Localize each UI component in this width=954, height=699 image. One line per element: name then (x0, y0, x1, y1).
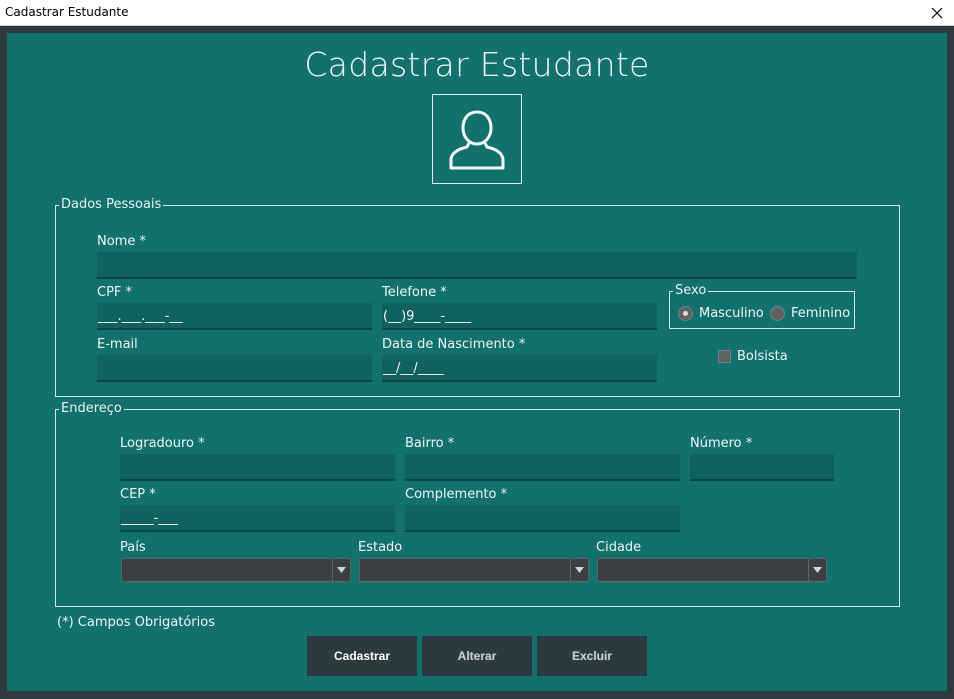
personal-data-legend: Dados Pessoais (59, 197, 164, 212)
phone-label: Telefone * (382, 285, 447, 300)
name-label: Nome * (97, 234, 146, 249)
close-icon (931, 7, 943, 19)
title-bar: Cadastrar Estudante (0, 0, 954, 26)
address-legend: Endereço (59, 401, 124, 416)
window-title: Cadastrar Estudante (5, 5, 129, 19)
chevron-down-icon (332, 559, 350, 581)
complement-field[interactable] (405, 505, 680, 532)
district-field[interactable] (405, 454, 680, 481)
close-button[interactable] (920, 0, 954, 26)
page-title: Cadastrar Estudante (304, 45, 650, 84)
city-label: Cidade (596, 540, 642, 555)
number-label: Número * (690, 436, 753, 451)
street-field[interactable] (120, 454, 395, 481)
sex-male-label: Masculino (699, 306, 764, 321)
chevron-down-icon (570, 559, 588, 581)
sex-female-label: Feminino (791, 306, 851, 321)
form-panel: Cadastrar Estudante Dados Pessoais Nome … (7, 33, 947, 691)
delete-button[interactable]: Excluir (537, 636, 647, 676)
name-field[interactable] (97, 252, 857, 279)
birth-date-label: Data de Nascimento * (382, 337, 526, 352)
user-icon (449, 110, 505, 170)
zip-field[interactable]: _____-___ (120, 505, 395, 532)
country-label: País (120, 540, 146, 555)
cpf-field[interactable]: ___.___.___-__ (97, 303, 372, 330)
email-field[interactable] (97, 355, 372, 382)
sex-female-radio[interactable]: Feminino (770, 306, 850, 321)
update-button[interactable]: Alterar (422, 636, 532, 676)
required-fields-note: (*) Campos Obrigatórios (57, 615, 215, 630)
street-label: Logradouro * (120, 436, 205, 451)
district-label: Bairro * (405, 436, 455, 451)
country-select[interactable] (121, 558, 351, 582)
scholarship-checkbox[interactable]: Bolsista (718, 349, 788, 364)
app-window: Cadastrar Estudante Cadastrar Estudante … (0, 0, 954, 699)
zip-label: CEP * (120, 487, 156, 502)
chevron-down-icon (808, 559, 826, 581)
radio-dot-selected (678, 306, 693, 321)
sex-male-radio[interactable]: Masculino (678, 306, 764, 321)
complement-label: Complemento * (405, 487, 508, 502)
phone-field[interactable]: (__)9____-____ (382, 303, 657, 330)
radio-dot (770, 306, 785, 321)
state-select[interactable] (359, 558, 589, 582)
cpf-label: CPF * (97, 285, 133, 300)
city-select[interactable] (597, 558, 827, 582)
birth-date-field[interactable]: __/__/____ (382, 355, 657, 382)
avatar-frame[interactable] (432, 94, 522, 184)
email-label: E-mail (97, 337, 138, 352)
state-label: Estado (358, 540, 403, 555)
scholarship-label: Bolsista (737, 349, 788, 364)
checkbox-box (718, 350, 731, 363)
register-button[interactable]: Cadastrar (307, 636, 417, 676)
sex-legend: Sexo (673, 283, 709, 298)
number-field[interactable] (690, 454, 834, 481)
